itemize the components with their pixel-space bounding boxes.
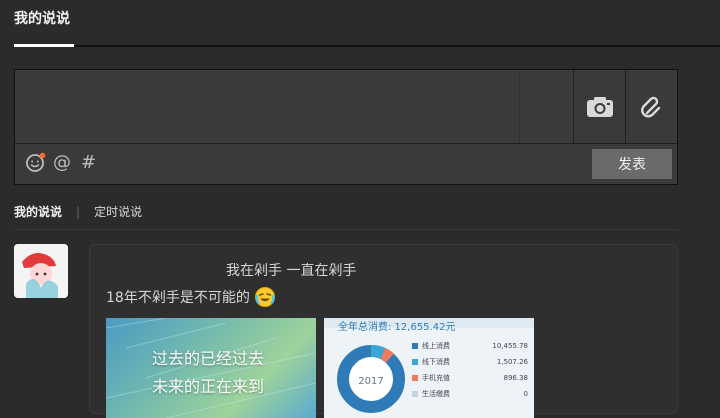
subtabs: 我的说说 | 定时说说: [14, 203, 142, 220]
crying-laughing-emoji-icon: [254, 287, 275, 307]
post-text-line: 18年不剁手是不可能的: [106, 290, 250, 306]
legend-value: 0: [523, 390, 528, 398]
subtab-divider: |: [76, 204, 81, 219]
topic-button[interactable]: #: [81, 150, 96, 174]
legend-label: 线下消费: [422, 358, 450, 366]
composer-divider: [15, 143, 677, 144]
donut-center-label: 2017: [358, 376, 383, 387]
legend-row: 线上消费 10,455.78: [412, 338, 528, 354]
legend-swatch: [412, 359, 418, 365]
top-divider: [74, 45, 720, 47]
composer: @ # 发表: [14, 69, 678, 185]
legend-row: 线下消费 1,507.26: [412, 354, 528, 370]
legend-label: 手机充值: [422, 374, 450, 382]
subtab-divider-line: [14, 229, 678, 230]
legend-value: 10,455.78: [492, 342, 528, 350]
image-caption: 未来的正在来到: [152, 377, 265, 396]
legend-swatch: [412, 375, 418, 381]
legend-swatch: [412, 391, 418, 397]
post-image[interactable]: 全年总消费: 12,655.42元 2017 线上消费 10,455.78 线下…: [324, 318, 534, 418]
legend-row: 手机充值 896.38: [412, 370, 528, 386]
camera-button[interactable]: [574, 70, 626, 143]
tab-scheduled-posts[interactable]: 定时说说: [94, 203, 142, 220]
emoji-icon: [26, 152, 46, 172]
legend-value: 896.38: [503, 374, 529, 382]
legend-row: 生活缴费 0: [412, 386, 528, 402]
mention-button[interactable]: @: [53, 150, 71, 174]
paperclip-icon: [641, 96, 661, 117]
post-card: 我在剁手 一直在剁手 18年不剁手是不可能的 过去的已经过去 未来的正在来到 全…: [89, 244, 678, 418]
post-text-row: 18年不剁手是不可能的: [106, 286, 276, 308]
post-text-line: 我在剁手 一直在剁手: [226, 263, 357, 279]
legend-value: 1,507.26: [496, 358, 528, 366]
avatar[interactable]: [14, 244, 68, 298]
legend-swatch: [412, 343, 418, 349]
camera-icon: [587, 96, 613, 117]
avatar-image: [14, 244, 68, 298]
post-input[interactable]: [15, 70, 573, 143]
attach-button[interactable]: [626, 70, 678, 143]
spend-legend: 线上消费 10,455.78 线下消费 1,507.26 手机充值 896.38…: [412, 338, 528, 402]
legend-label: 生活缴费: [422, 390, 450, 398]
title-underline: [14, 44, 74, 47]
total-spend-text: 全年总消费: 12,655.42元: [338, 322, 456, 333]
donut-slice-offline: [370, 345, 386, 360]
donut-slice-phone: [380, 348, 394, 363]
spend-donut-chart: 2017: [337, 345, 405, 413]
publish-button[interactable]: 发表: [592, 149, 672, 179]
composer-divider: [519, 70, 520, 143]
page-title: 我的说说: [14, 11, 70, 27]
image-caption: 过去的已经过去: [152, 349, 265, 368]
tab-my-posts[interactable]: 我的说说: [14, 203, 62, 220]
post-image[interactable]: 过去的已经过去 未来的正在来到: [106, 318, 316, 418]
emoji-button[interactable]: [25, 150, 47, 174]
legend-label: 线上消费: [422, 342, 450, 350]
